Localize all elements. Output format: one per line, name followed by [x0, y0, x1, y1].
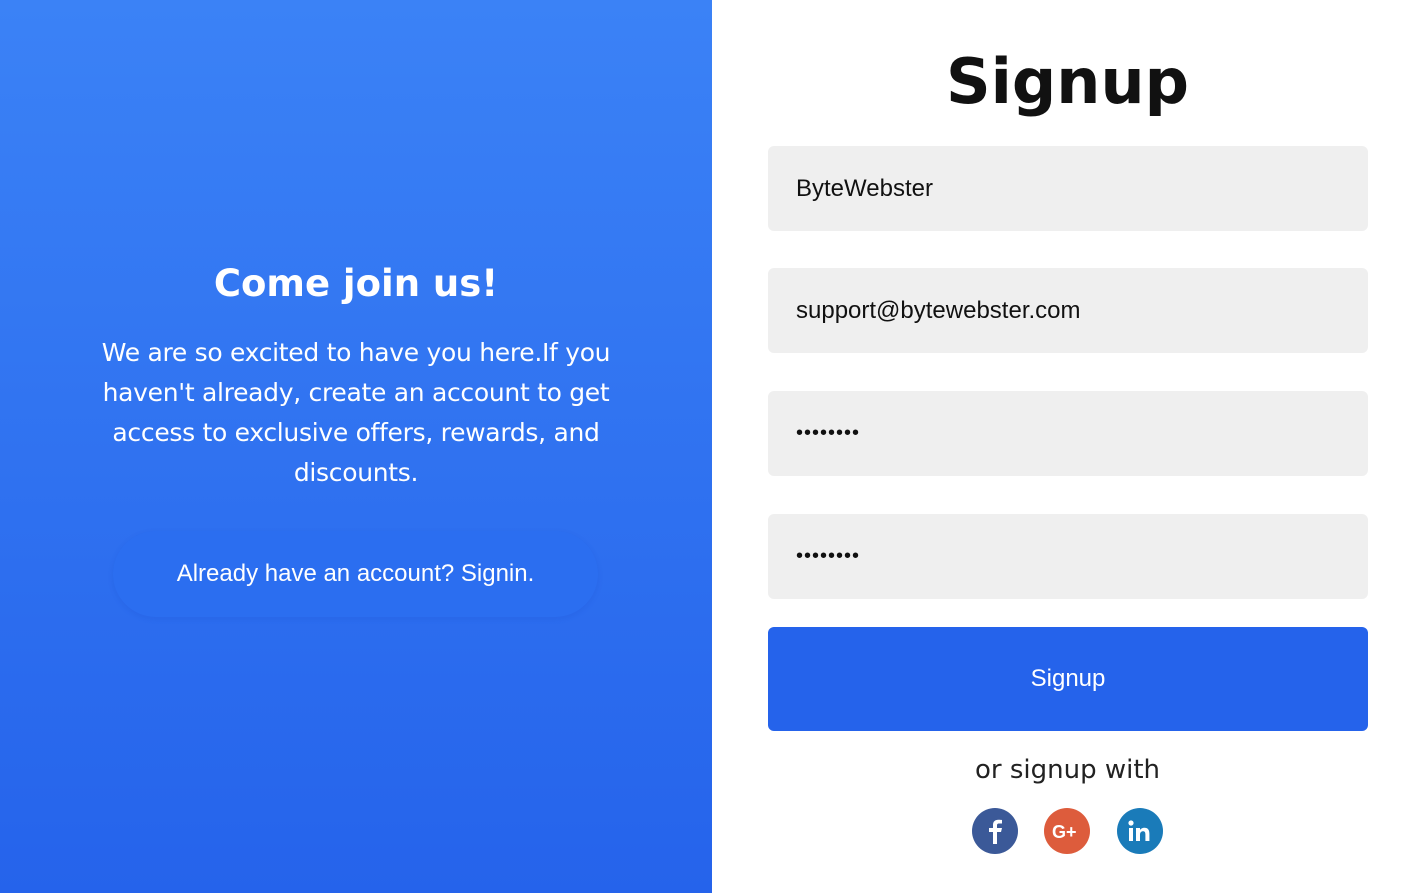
facebook-icon[interactable] — [972, 808, 1018, 854]
confirm-password-field[interactable] — [768, 514, 1368, 599]
welcome-panel: Come join us! We are so excited to have … — [0, 0, 712, 893]
facebook-glyph-icon — [989, 819, 1002, 844]
linkedin-glyph-icon — [1128, 820, 1150, 841]
signup-form-panel: Signup Signup or signup with G+ — [712, 0, 1423, 893]
linkedin-icon[interactable] — [1117, 808, 1163, 854]
email-field[interactable] — [768, 268, 1368, 353]
username-field[interactable] — [768, 146, 1368, 231]
signup-page: Come join us! We are so excited to have … — [0, 0, 1423, 893]
google-plus-glyph-icon: G+ — [1052, 822, 1077, 842]
signup-title: Signup — [946, 45, 1189, 118]
password-field[interactable] — [768, 391, 1368, 476]
welcome-title: Come join us! — [213, 262, 499, 305]
alternative-signup-label: or signup with — [974, 755, 1161, 785]
signin-link-button[interactable]: Already have an account? Signin. — [113, 531, 598, 617]
welcome-description: We are so excited to have you here.If yo… — [101, 338, 611, 487]
signup-submit-button[interactable]: Signup — [768, 627, 1368, 731]
google-plus-icon[interactable]: G+ — [1044, 808, 1090, 854]
svg-text:G+: G+ — [1052, 822, 1077, 842]
